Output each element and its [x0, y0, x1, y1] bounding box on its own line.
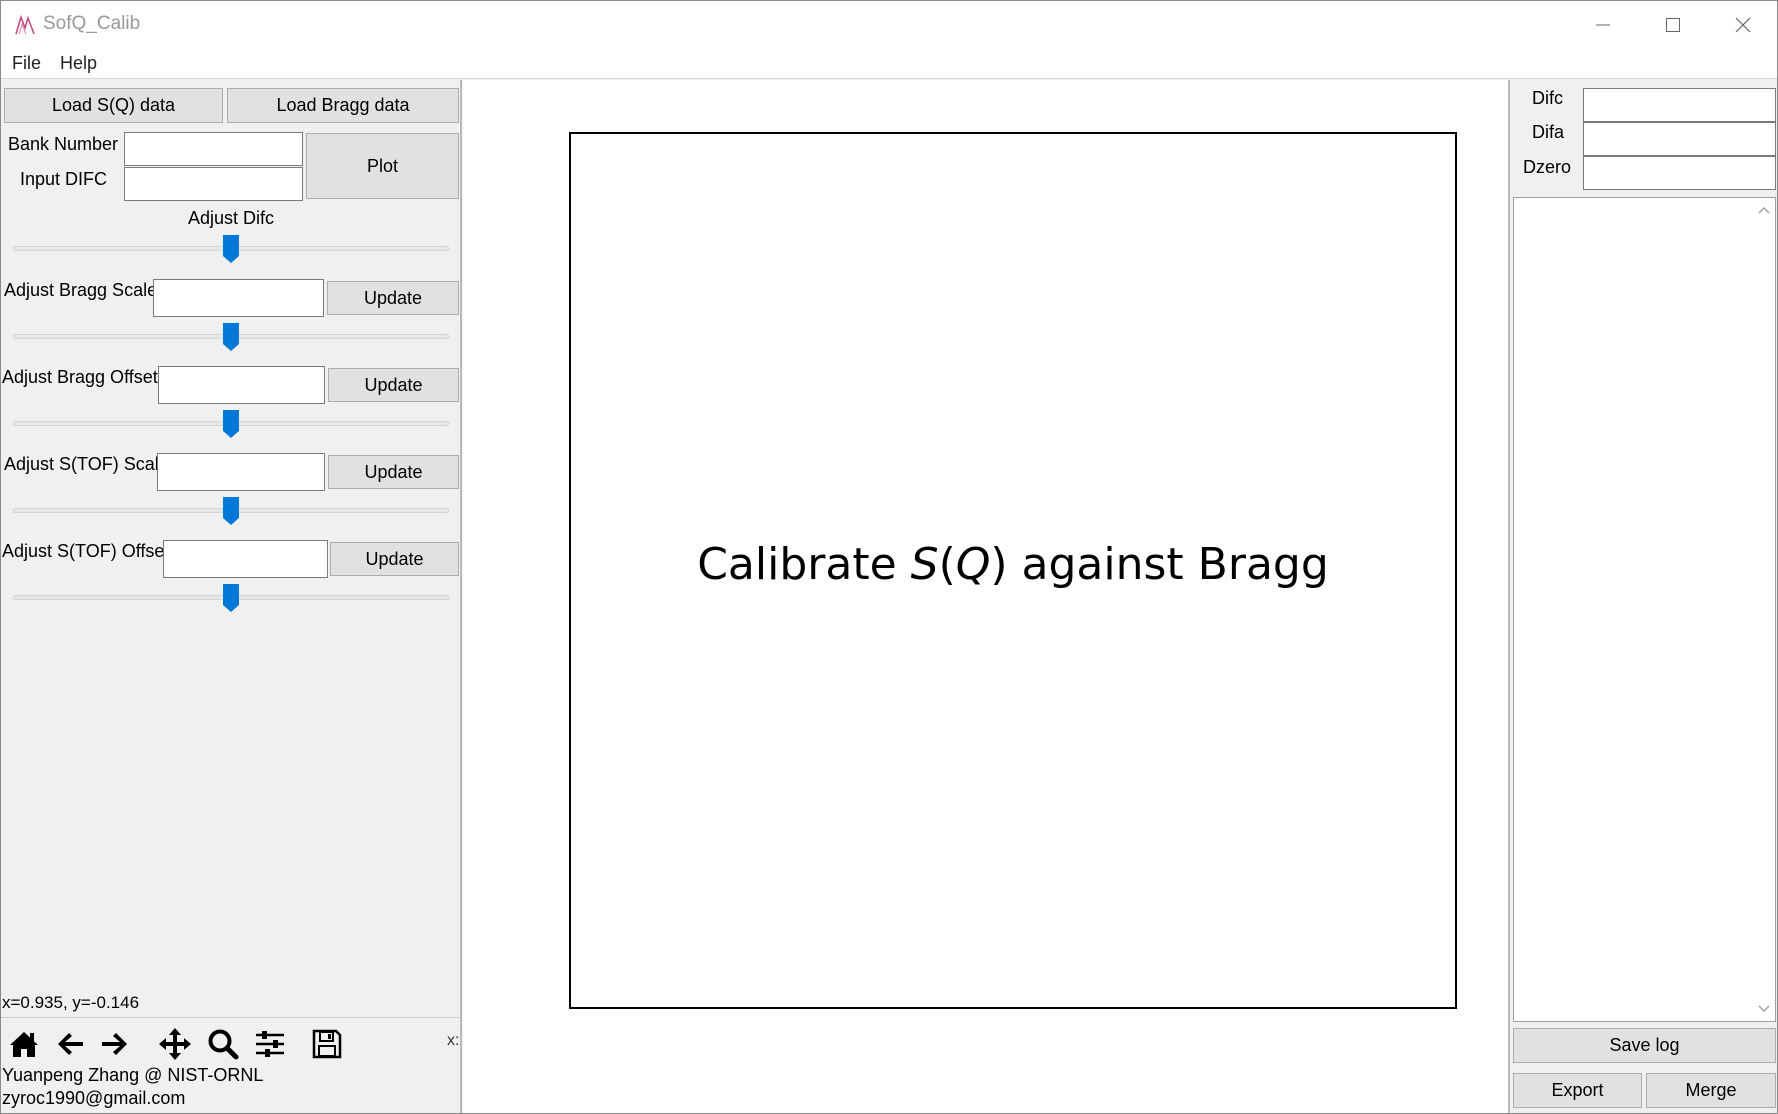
configure-subplots-button[interactable] — [252, 1026, 288, 1062]
calibration-results-panel: Difc Difa Dzero Save log Export Merge — [1508, 80, 1777, 1113]
dzero-label: Dzero — [1523, 157, 1572, 177]
author-credit: Yuanpeng Zhang @ NIST-ORNL — [2, 1065, 264, 1085]
plot-title-prefix: Calibrate — [697, 539, 911, 590]
app-icon — [15, 14, 35, 35]
plot-axes[interactable]: Calibrate S(Q) against Bragg — [569, 132, 1457, 1009]
plot-title-s: S — [910, 539, 939, 590]
adjust-bragg-offset-label: Adjust Bragg Offset — [2, 367, 158, 387]
home-button[interactable] — [6, 1026, 42, 1062]
back-icon — [58, 1033, 83, 1055]
difc-label: Difc — [1532, 88, 1563, 108]
stof-scale-update-button[interactable]: Update — [328, 455, 459, 489]
menu-file[interactable]: File — [12, 53, 41, 74]
difc-slider[interactable] — [13, 234, 449, 264]
slider-handle[interactable] — [222, 496, 240, 526]
bank-number-label: Bank Number — [8, 134, 119, 154]
log-text-area[interactable] — [1513, 197, 1776, 1022]
bragg-scale-slider[interactable] — [13, 322, 449, 352]
control-panel: Load S(Q) data Load Bragg data Bank Numb… — [1, 80, 462, 1113]
close-icon — [1735, 17, 1751, 33]
plot-title-paren: ( — [938, 539, 956, 590]
stof-offset-update-button[interactable]: Update — [330, 542, 459, 576]
scroll-down-icon[interactable] — [1758, 1005, 1770, 1013]
difa-field[interactable] — [1583, 122, 1776, 156]
minimize-button[interactable] — [1569, 1, 1637, 49]
merge-button[interactable]: Merge — [1646, 1073, 1776, 1108]
bragg-offset-input[interactable] — [158, 366, 325, 404]
dzero-field[interactable] — [1583, 156, 1776, 190]
plot-title-q: Q — [955, 539, 991, 590]
bragg-offset-update-button[interactable]: Update — [328, 368, 459, 402]
adjust-stof-offset-label: Adjust S(TOF) Offset — [2, 541, 170, 561]
stof-scale-slider[interactable] — [13, 496, 449, 526]
menu-help[interactable]: Help — [60, 53, 97, 74]
pan-button[interactable] — [157, 1026, 193, 1062]
stof-scale-input[interactable] — [157, 453, 325, 491]
pan-icon — [159, 1028, 191, 1060]
log-scrollbar[interactable] — [1751, 198, 1775, 1021]
window-title: SofQ_Calib — [43, 13, 141, 34]
bragg-scale-input[interactable] — [153, 279, 324, 317]
zoom-button[interactable] — [205, 1026, 241, 1062]
input-difc-label: Input DIFC — [20, 169, 108, 189]
scroll-up-icon[interactable] — [1758, 206, 1770, 214]
save-log-button[interactable]: Save log — [1513, 1028, 1776, 1063]
export-button[interactable]: Export — [1513, 1073, 1642, 1108]
stof-offset-input[interactable] — [163, 540, 328, 578]
plot-title: Calibrate S(Q) against Bragg — [571, 539, 1455, 590]
maximize-icon — [1666, 18, 1680, 32]
back-button[interactable] — [52, 1026, 88, 1062]
slider-handle[interactable] — [222, 583, 240, 613]
slider-handle[interactable] — [222, 409, 240, 439]
author-email: zyroc1990@gmail.com — [2, 1088, 186, 1108]
close-button[interactable] — [1709, 1, 1777, 49]
title-bar: SofQ_Calib — [1, 1, 1777, 49]
zoom-icon — [208, 1029, 239, 1060]
coordinate-readout: x=0.935, y=-0.146 — [2, 993, 140, 1012]
configure-subplots-icon — [256, 1031, 284, 1057]
load-bragg-button[interactable]: Load Bragg data — [227, 88, 459, 123]
difa-label: Difa — [1532, 122, 1565, 142]
minimize-icon — [1596, 24, 1610, 26]
plot-title-suffix: ) against Bragg — [990, 539, 1329, 590]
slider-handle[interactable] — [222, 234, 240, 264]
bank-number-input[interactable] — [124, 132, 303, 166]
maximize-button[interactable] — [1639, 1, 1707, 49]
adjust-stof-scale-label: Adjust S(TOF) Scale — [4, 454, 169, 474]
difc-field[interactable] — [1583, 88, 1776, 122]
plot-canvas[interactable]: Calibrate S(Q) against Bragg — [463, 80, 1508, 1113]
forward-button[interactable] — [97, 1026, 133, 1062]
bragg-scale-update-button[interactable]: Update — [327, 281, 459, 315]
adjust-difc-label: Adjust Difc — [188, 208, 275, 228]
plot-navigation-toolbar: x: — [1, 1017, 460, 1067]
home-icon — [10, 1032, 38, 1057]
adjust-bragg-scale-label: Adjust Bragg Scale — [4, 280, 158, 300]
forward-icon — [102, 1033, 127, 1055]
toolbar-coordinate-label: x: — [447, 1032, 460, 1049]
stof-offset-slider[interactable] — [13, 583, 449, 613]
slider-handle[interactable] — [222, 322, 240, 352]
save-figure-button[interactable] — [309, 1026, 345, 1062]
input-difc-input[interactable] — [124, 167, 303, 201]
app-window: SofQ_Calib File Help Load S(Q) data Load… — [0, 0, 1778, 1114]
menu-bar: File Help — [1, 49, 1777, 79]
plot-button[interactable]: Plot — [306, 133, 459, 199]
save-figure-icon — [312, 1029, 342, 1059]
bragg-offset-slider[interactable] — [13, 409, 449, 439]
load-sq-button[interactable]: Load S(Q) data — [4, 88, 223, 123]
